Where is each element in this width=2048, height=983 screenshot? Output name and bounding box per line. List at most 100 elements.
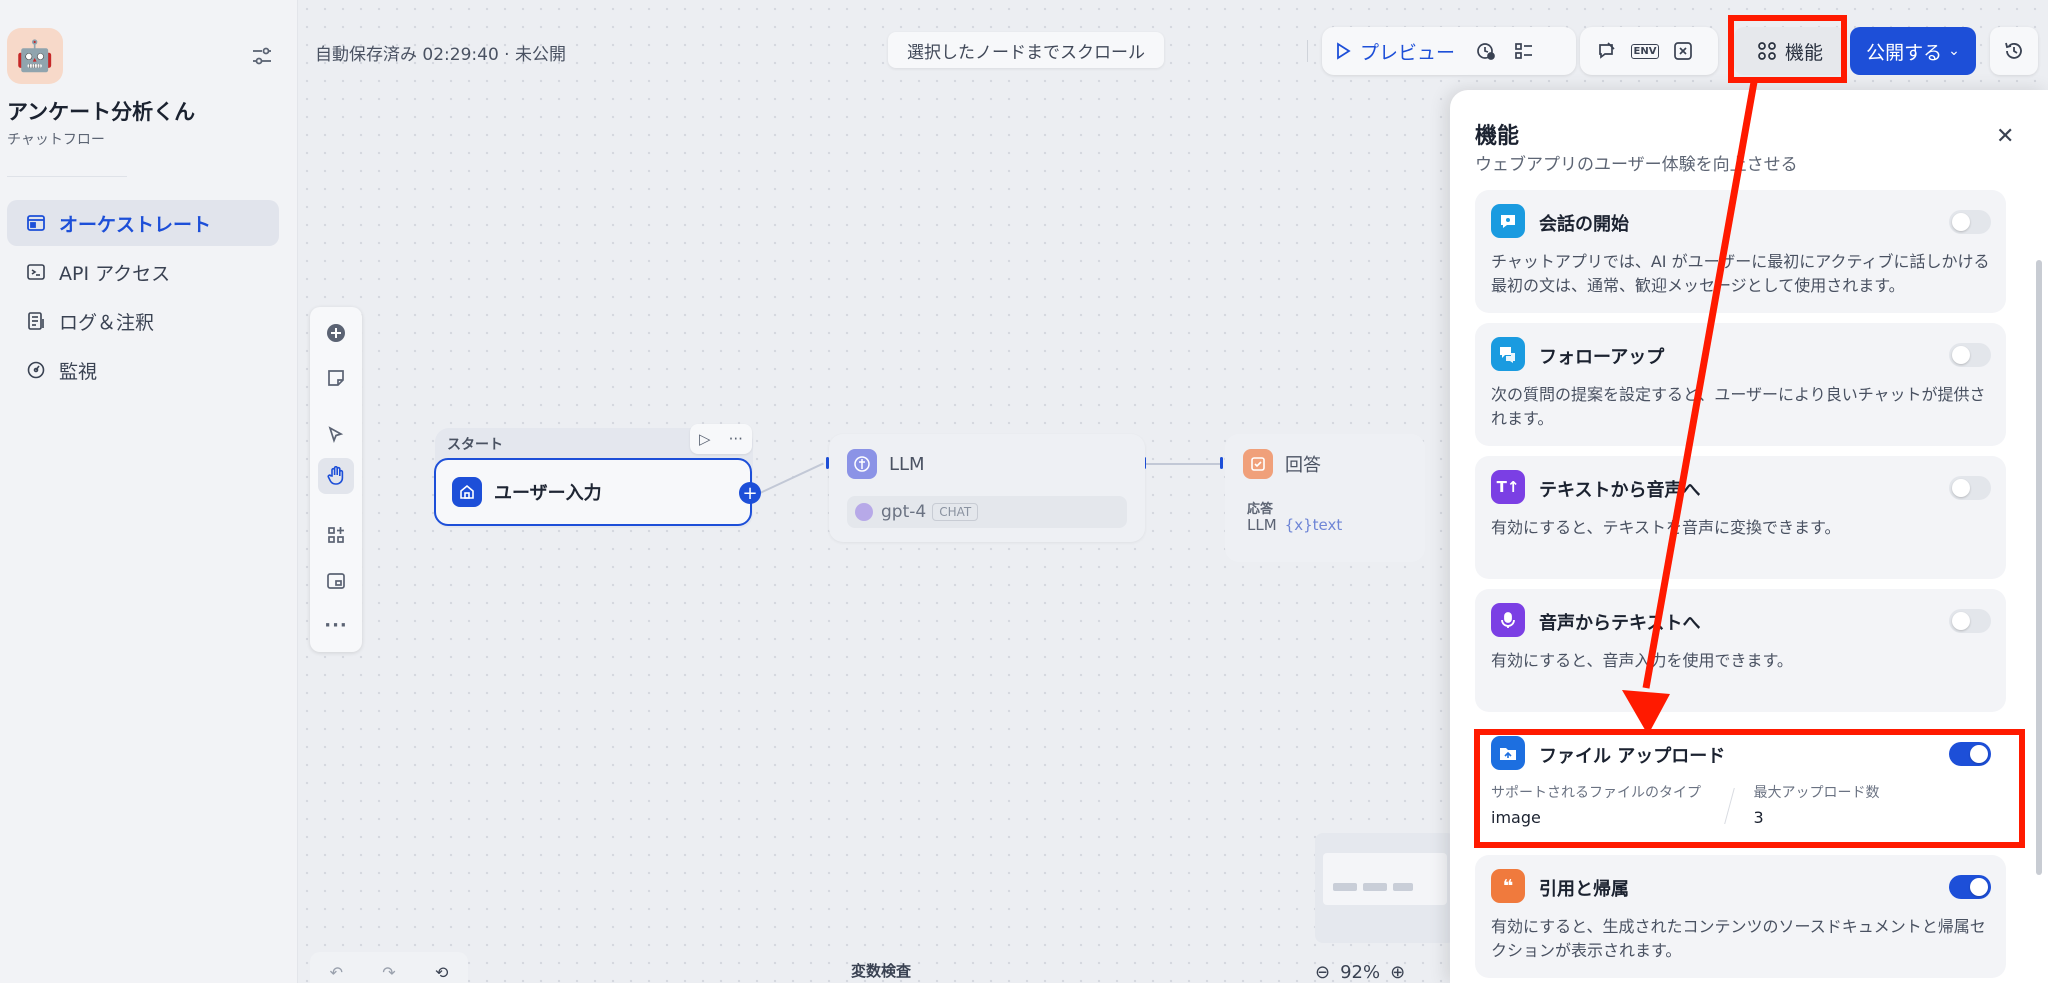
zoom-in-icon[interactable]: ⊕ — [1390, 962, 1405, 983]
play-icon — [1337, 42, 1351, 60]
publish-button[interactable]: 公開する ⌄ — [1850, 27, 1976, 75]
feature-toggle[interactable] — [1949, 875, 1991, 899]
highlight-file-upload — [1474, 729, 2025, 848]
microphone-icon — [1491, 603, 1525, 637]
panel-scrollbar[interactable] — [2036, 260, 2042, 875]
chat-bubble-icon — [1491, 204, 1525, 238]
redo-icon[interactable]: ↷ — [382, 963, 395, 982]
home-icon — [452, 477, 482, 507]
publish-label: 公開する — [1866, 41, 1943, 64]
checklist-run-icon[interactable] — [1467, 32, 1505, 70]
add-note-icon[interactable] — [318, 360, 354, 396]
sidebar-item-orchestrate[interactable]: オーケストレート — [7, 200, 279, 246]
answer-ref-var: {x}text — [1284, 516, 1343, 534]
undo-icon[interactable]: ↶ — [330, 963, 343, 982]
node-more-icon[interactable]: ··· — [729, 430, 743, 448]
robot-icon[interactable]: 🤖 — [7, 28, 63, 84]
answer-node[interactable]: 回答 応答 LLM {x}text — [1225, 434, 1425, 562]
checklist-icon[interactable] — [1505, 32, 1543, 70]
node-actions: ▷ ··· — [690, 424, 752, 454]
start-node-label: スタート — [447, 437, 503, 453]
sidebar-nav: オーケストレート API アクセス ログ＆注釈 監視 — [7, 200, 279, 396]
feature-toggle[interactable] — [1949, 476, 1991, 500]
add-next-node-button[interactable]: + — [739, 482, 761, 504]
log-icon — [25, 310, 47, 332]
history-icon[interactable]: ⟲ — [435, 963, 448, 982]
minimap-toggle-icon[interactable] — [318, 563, 354, 599]
features-panel: 機能 ウェブアプリのユーザー体験を向上させる ✕ 会話の開始 チャットアプリでは… — [1450, 90, 2048, 983]
feature-toggle[interactable] — [1949, 609, 1991, 633]
feature-card-text-to-speech: T↑ テキストから音声へ 有効にすると、テキストを音声に変換できます。 — [1475, 456, 2006, 579]
feature-toggle[interactable] — [1949, 343, 1991, 367]
answer-icon — [1243, 449, 1273, 479]
feature-card-follow-up: フォローアップ 次の質問の提案を設定すると、ユーザーにより良いチャットが提供され… — [1475, 323, 2006, 446]
preview-toolbar: プレビュー — [1322, 27, 1576, 75]
feature-description: 有効にすると、音声入力を使用できます。 — [1491, 651, 1793, 670]
text-to-speech-icon: T↑ — [1491, 470, 1525, 504]
follow-up-icon — [1491, 337, 1525, 371]
preview-button[interactable]: プレビュー — [1322, 27, 1467, 75]
feature-description: 次の質問の提案を設定すると、ユーザーにより良いチャットが提供されます。 — [1491, 385, 1986, 428]
run-node-icon[interactable]: ▷ — [699, 430, 711, 448]
llm-mode-tag: CHAT — [932, 503, 979, 521]
preview-label: プレビュー — [1360, 41, 1456, 64]
orchestrate-icon — [25, 212, 47, 234]
minimap-node — [1393, 883, 1413, 891]
answer-node-title: 回答 — [1285, 455, 1321, 476]
variable-icon[interactable] — [1664, 32, 1702, 70]
organize-blocks-icon[interactable] — [318, 517, 354, 553]
chevron-down-icon: ⌄ — [1948, 43, 1960, 59]
env-icon[interactable]: ENV — [1626, 32, 1664, 70]
env-label: ENV — [1630, 43, 1660, 59]
feature-title: 会話の開始 — [1539, 214, 1629, 235]
autosave-status: 自動保存済み 02:29:40 · 未公開 — [315, 45, 566, 65]
panel-subtitle: ウェブアプリのユーザー体験を向上させる — [1475, 155, 1798, 175]
sidebar-item-label: 監視 — [59, 360, 98, 383]
add-node-icon[interactable] — [318, 315, 354, 351]
answer-ref-node: LLM — [1247, 516, 1277, 534]
openai-icon — [855, 503, 873, 521]
sidebar-item-api-access[interactable]: API アクセス — [7, 249, 279, 295]
answer-reference: LLM {x}text — [1247, 516, 1342, 534]
tool-palette: ··· — [310, 307, 362, 652]
minimap-viewport — [1323, 853, 1447, 905]
minimap[interactable] — [1315, 833, 1455, 943]
feature-description: チャットアプリでは、AI がユーザーに最初にアクティブに話しかける最初の文は、通… — [1491, 252, 1990, 295]
sidebar-item-label: ログ＆注釈 — [59, 311, 155, 334]
toolbar-divider — [1307, 40, 1308, 62]
feature-title: テキストから音声へ — [1539, 480, 1701, 501]
start-node[interactable]: ユーザー入力 — [434, 458, 752, 526]
version-history-button[interactable] — [1990, 27, 2038, 75]
pointer-icon[interactable] — [318, 417, 354, 453]
scroll-to-node-button[interactable]: 選択したノードまでスクロール — [888, 32, 1164, 68]
feature-description: 有効にすると、生成されたコンテンツのソースドキュメントと帰属セクションが表示され… — [1491, 917, 1986, 960]
close-icon[interactable]: ✕ — [1996, 124, 2014, 149]
sidebar-item-label: オーケストレート — [59, 213, 212, 236]
app-type: チャットフロー — [7, 132, 105, 148]
config-toolbar: ENV — [1580, 27, 1718, 75]
feature-title: 引用と帰属 — [1539, 879, 1629, 900]
model-selector[interactable]: gpt-4 CHAT — [847, 496, 1127, 528]
feature-card-conversation-opener: 会話の開始 チャットアプリでは、AI がユーザーに最初にアクティブに話しかける最… — [1475, 190, 2006, 313]
zoom-out-icon[interactable]: ⊖ — [1315, 962, 1330, 983]
history-icon — [2005, 42, 2022, 59]
conversation-var-icon[interactable] — [1588, 32, 1626, 70]
sidebar-divider — [7, 176, 127, 177]
sidebar-item-logs[interactable]: ログ＆注釈 — [7, 298, 279, 344]
more-icon[interactable]: ··· — [318, 607, 354, 643]
panel-title: 機能 — [1475, 124, 1520, 149]
feature-toggle[interactable] — [1949, 210, 1991, 234]
llm-node[interactable]: LLM gpt-4 CHAT — [829, 434, 1145, 542]
edge-llm-answer — [1146, 463, 1222, 465]
zoom-level[interactable]: 92% — [1340, 962, 1380, 983]
sidebar-settings-icon[interactable] — [250, 44, 274, 68]
llm-icon — [847, 449, 877, 479]
variable-inspect-button[interactable]: 変数検査 — [851, 960, 911, 981]
minimap-node — [1363, 883, 1387, 891]
hand-icon[interactable] — [318, 458, 354, 494]
feature-title: 音声からテキストへ — [1539, 613, 1701, 634]
llm-model: gpt-4 — [881, 502, 927, 522]
undo-redo-bar: ↶ ↷ ⟲ — [310, 952, 468, 983]
edge-handle — [1220, 457, 1223, 469]
sidebar-item-monitor[interactable]: 監視 — [7, 347, 279, 393]
